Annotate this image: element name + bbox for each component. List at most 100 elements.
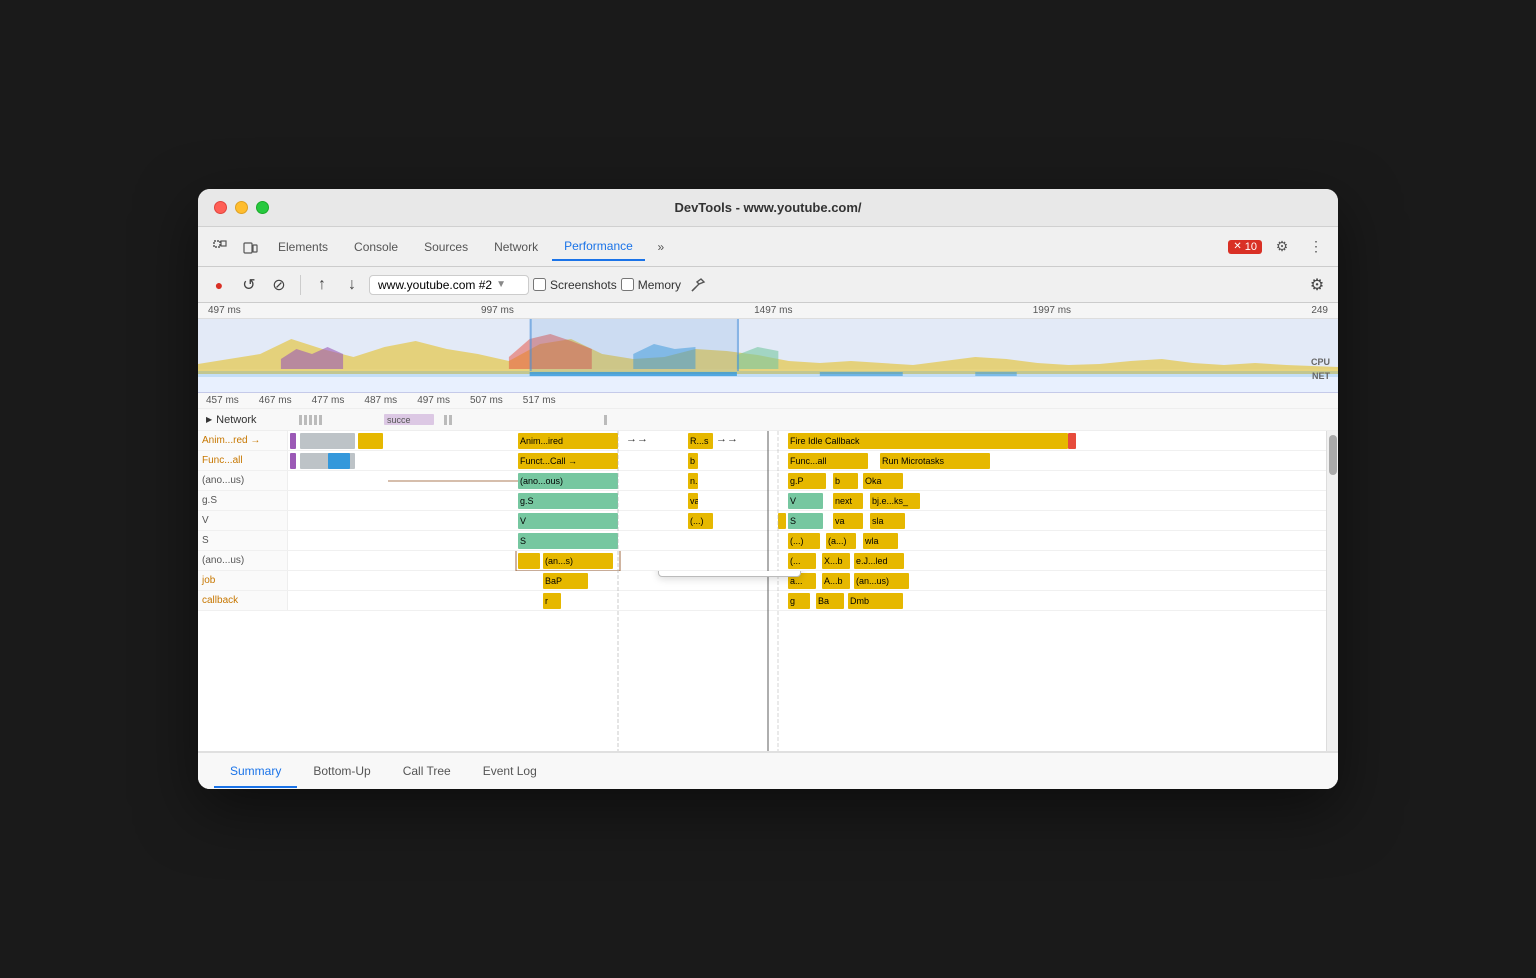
- flame-block-va2[interactable]: va: [833, 513, 863, 529]
- ts-3: 1497 ms: [754, 305, 792, 316]
- flame-block-s2[interactable]: S: [518, 533, 618, 549]
- flame-track-0[interactable]: Anim...ired →→ R...s →→ Fire Idle Callba…: [288, 431, 1326, 451]
- timeline-chart[interactable]: CPU NET: [198, 319, 1338, 387]
- ts-1: 497 ms: [208, 305, 241, 316]
- flame-block-fire-idle[interactable]: Fire Idle Callback: [788, 433, 1068, 449]
- more-tabs-icon[interactable]: »: [647, 233, 675, 261]
- tab-call-tree[interactable]: Call Tree: [387, 756, 467, 786]
- flame-block-red[interactable]: [1068, 433, 1076, 449]
- flame-block-b2[interactable]: b: [833, 473, 858, 489]
- flame-block-xb[interactable]: X...b: [822, 553, 850, 569]
- flame-block-dots[interactable]: (...): [688, 513, 713, 529]
- flame-chart[interactable]: Anim...red → Anim...ired →→ R...s →→ Fir…: [198, 431, 1338, 751]
- menu-icon[interactable]: ⋮: [1302, 233, 1330, 261]
- flame-track-2[interactable]: (ano...ous) n...t g.P b Oka: [288, 471, 1326, 491]
- flame-block-dmb[interactable]: Dmb: [848, 593, 903, 609]
- flame-block-ans[interactable]: (an...s): [543, 553, 613, 569]
- screenshots-label: Screenshots: [550, 278, 617, 292]
- upload-button[interactable]: ↑: [309, 272, 335, 298]
- flame-block-wla[interactable]: wla: [863, 533, 898, 549]
- flame-block-sla[interactable]: sla: [870, 513, 905, 529]
- flame-block-gs[interactable]: g.S: [518, 493, 618, 509]
- tab-event-log[interactable]: Event Log: [467, 756, 553, 786]
- timeline-overview[interactable]: 497 ms 997 ms 1497 ms 1997 ms 249: [198, 303, 1338, 393]
- record-button[interactable]: ●: [206, 272, 232, 298]
- broom-button[interactable]: [685, 272, 711, 298]
- flame-block-dots2[interactable]: (...): [788, 533, 820, 549]
- flame-block-ldots[interactable]: (...: [788, 553, 816, 569]
- flame-label-0: Anim...red →: [198, 431, 288, 450]
- flame-block-s[interactable]: S: [788, 513, 823, 529]
- flame-block-bap[interactable]: BaP: [543, 573, 588, 589]
- flame-track-6[interactable]: (an...s) (... X...b e.J...led: [288, 551, 1326, 571]
- tab-sources[interactable]: Sources: [412, 234, 480, 260]
- close-button[interactable]: [214, 201, 227, 214]
- flame-block[interactable]: [290, 433, 296, 449]
- minimize-button[interactable]: [235, 201, 248, 214]
- flame-block-v[interactable]: V: [788, 493, 823, 509]
- flame-block-adots[interactable]: (a...): [826, 533, 856, 549]
- flame-block-rs[interactable]: R...s: [688, 433, 713, 449]
- tab-elements[interactable]: Elements: [266, 234, 340, 260]
- clear-button[interactable]: ⊘: [266, 272, 292, 298]
- flame-block-bjeks[interactable]: bj.e...ks_: [870, 493, 920, 509]
- maximize-button[interactable]: [256, 201, 269, 214]
- flame-block-run-microtasks[interactable]: Run Microtasks: [880, 453, 990, 469]
- screenshots-checkbox[interactable]: [533, 278, 546, 291]
- flame-block-ejled[interactable]: e.J...led: [854, 553, 904, 569]
- flame-block-blue[interactable]: [328, 453, 350, 469]
- perf-settings-icon[interactable]: ⚙: [1304, 272, 1330, 298]
- flame-block-ano[interactable]: (ano...ous): [518, 473, 618, 489]
- flame-block-next[interactable]: next: [833, 493, 863, 509]
- device-toolbar-icon[interactable]: [236, 233, 264, 261]
- flame-block-b[interactable]: b: [688, 453, 698, 469]
- flame-block-sm3[interactable]: [518, 553, 540, 569]
- flame-block-v2[interactable]: V: [518, 513, 618, 529]
- tab-console[interactable]: Console: [342, 234, 410, 260]
- tab-network[interactable]: Network: [482, 234, 550, 260]
- flame-track-7[interactable]: BaP a... A...b (an...us) Request Idle Ca…: [288, 571, 1326, 591]
- memory-label: Memory: [638, 278, 681, 292]
- screenshots-checkbox-group: Screenshots: [533, 278, 617, 292]
- flame-block-g[interactable]: g: [788, 593, 810, 609]
- tab-bottom-up[interactable]: Bottom-Up: [297, 756, 386, 786]
- flame-block-oka[interactable]: Oka: [863, 473, 903, 489]
- refresh-button[interactable]: ↺: [236, 272, 262, 298]
- network-triangle-icon: ▶: [206, 415, 212, 424]
- memory-checkbox[interactable]: [621, 278, 634, 291]
- flame-block-funct[interactable]: Funct...Call →: [518, 453, 618, 469]
- inspect-element-icon[interactable]: [206, 233, 234, 261]
- scale-477: 477 ms: [312, 395, 345, 406]
- url-selector[interactable]: www.youtube.com #2 ▼: [369, 275, 529, 295]
- url-text: www.youtube.com #2: [378, 278, 492, 292]
- flame-block-nt[interactable]: n...t: [688, 473, 698, 489]
- flame-track-8[interactable]: r g Ba Dmb: [288, 591, 1326, 611]
- flame-block-gp[interactable]: g.P: [788, 473, 826, 489]
- flame-track-3[interactable]: g.S va V next bj.e...ks_: [288, 491, 1326, 511]
- flame-block-funcall2[interactable]: Func...all: [788, 453, 868, 469]
- flame-scrollbar[interactable]: [1326, 431, 1338, 751]
- error-badge[interactable]: ✕ 10: [1228, 240, 1262, 254]
- flame-block[interactable]: [300, 433, 355, 449]
- tab-summary[interactable]: Summary: [214, 756, 297, 788]
- tab-performance[interactable]: Performance: [552, 233, 645, 261]
- flame-track-4[interactable]: V (...) S va sla: [288, 511, 1326, 531]
- flame-block-anus[interactable]: (an...us): [854, 573, 909, 589]
- flame-block-ba[interactable]: Ba: [816, 593, 844, 609]
- download-button[interactable]: ↓: [339, 272, 365, 298]
- flame-row-2: (ano...us) (ano...ous) n...t g.P b Oka: [198, 471, 1326, 491]
- flame-block[interactable]: [358, 433, 383, 449]
- flame-block-r[interactable]: r: [543, 593, 561, 609]
- flame-block-sm1[interactable]: [778, 513, 786, 529]
- scrollbar-thumb[interactable]: [1329, 435, 1337, 475]
- flame-block-ab[interactable]: A...b: [822, 573, 850, 589]
- svg-text:succe: succe: [387, 415, 411, 425]
- flame-track-1[interactable]: Funct...Call → b Func...all Run Microtas…: [288, 451, 1326, 471]
- flame-block[interactable]: [290, 453, 296, 469]
- flame-block-anim-ired[interactable]: Anim...ired: [518, 433, 618, 449]
- flame-content: Anim...red → Anim...ired →→ R...s →→ Fir…: [198, 431, 1326, 751]
- flame-track-5[interactable]: S (...) (a...) wla: [288, 531, 1326, 551]
- settings-icon[interactable]: ⚙: [1268, 233, 1296, 261]
- flame-block-va[interactable]: va: [688, 493, 698, 509]
- scale-497: 497 ms: [417, 395, 450, 406]
